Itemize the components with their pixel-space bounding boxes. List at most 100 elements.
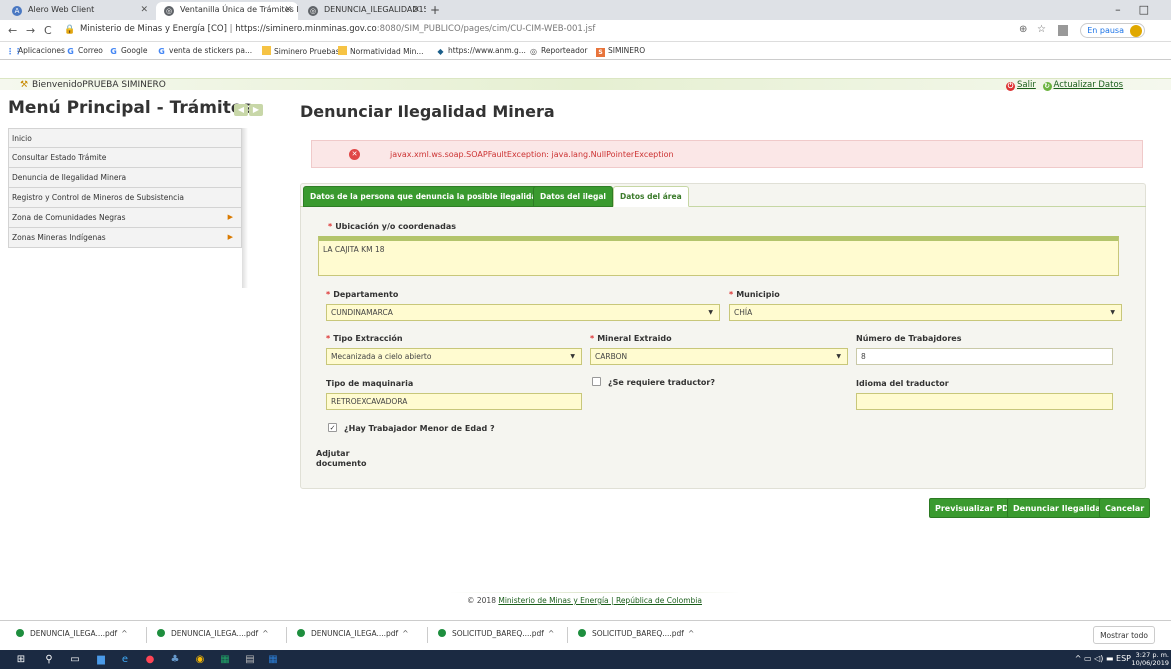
label-text: Departamento [333,290,399,299]
idioma-input[interactable] [856,393,1113,410]
municipio-select[interactable]: CHÍA ▼ [729,304,1122,321]
error-text: javax.xml.ws.soap.SOAPFaultException: ja… [390,150,674,159]
app-icon[interactable]: ▤ [243,653,257,666]
sidebar-item-comunidades[interactable]: Zona de Comunidades Negras ▶ [8,208,242,228]
url-field[interactable]: Ministerio de Minas y Energía [CO] | htt… [80,24,595,34]
excel-icon[interactable]: ▦ [218,653,232,666]
menu-next-icon[interactable]: ▶ [249,104,263,116]
mineral-select[interactable]: CARBON ▼ [590,348,848,365]
menu-prev-icon[interactable]: ◀ [234,104,248,116]
reload-icon[interactable]: C [44,24,52,37]
browser-tab[interactable]: A Alero Web Client ✕ [4,2,154,20]
tab-area[interactable]: Datos del área [613,186,689,207]
star-icon[interactable]: ☆ [1037,24,1046,35]
traductor-checkbox[interactable] [592,377,601,386]
sidebar-item-inicio[interactable]: Inicio [8,128,242,148]
bookmark-item[interactable]: G Correo [66,46,103,56]
sidebar-item-label: Zona de Comunidades Negras [12,213,126,222]
departamento-select[interactable]: CUNDINAMARCA ▼ [326,304,720,321]
close-tab-icon[interactable]: ✕ [140,5,148,15]
browser-tab-active[interactable]: ◎ Ventanilla Única de Trámites Mi ✕ [156,2,298,20]
window-controls[interactable]: –□ [1115,3,1167,16]
bookmark-item[interactable]: ⋮⋮Aplicaciones [6,46,65,56]
bookmark-item[interactable]: ◎ Reporteador [529,46,588,56]
show-all-button[interactable]: Mostrar todo [1093,626,1155,644]
mineral-label: * Mineral Extraido [590,334,672,343]
ubicacion-textarea[interactable]: LA CAJITA KM 18 [318,236,1119,276]
file-explorer-icon[interactable]: ▆ [94,653,108,666]
page-header-strip [0,78,1171,90]
profile-paused-button[interactable]: En pausa [1080,23,1145,38]
back-arrow-icon[interactable]: ← [8,24,17,37]
sidebar-item-label: Consultar Estado Trámite [12,153,107,162]
sidebar-item-registro[interactable]: Registro y Control de Mineros de Subsist… [8,188,242,208]
word-icon[interactable]: ▦ [266,653,280,666]
chrome-icon[interactable]: ◉ [193,653,207,666]
submit-denuncia-button[interactable]: Denunciar Ilegalidad [1007,498,1113,518]
download-item[interactable]: SOLICITUD_BAREQ....pdf ^ [438,629,554,638]
logout-link[interactable]: Salir [1017,80,1036,90]
search-icon[interactable]: ⚲ [42,653,56,666]
download-item[interactable]: DENUNCIA_ILEGA....pdf ^ [297,629,409,638]
traductor-label: ¿Se requiere traductor? [608,378,715,387]
submenu-arrow-icon: ▶ [227,213,233,221]
tab-title: Alero Web Client [28,5,95,14]
forward-arrow-icon[interactable]: → [26,24,35,37]
download-item[interactable]: DENUNCIA_ILEGA....pdf ^ [16,629,128,638]
bookmark-item[interactable]: Siminero Pruebas [262,46,340,56]
cancel-button[interactable]: Cancelar [1099,498,1151,518]
zoom-icon[interactable]: ⊕ [1019,24,1027,35]
adjuntar-label-1: Adjutar [316,449,350,458]
ministry-link[interactable]: Ministerio de Minas y Energía | Repúblic… [498,596,702,605]
windows-start-icon[interactable]: ⊞ [14,653,28,666]
label-text: Mineral Extraido [597,334,672,343]
maquinaria-input[interactable]: RETROEXCAVADORA [326,393,582,410]
bookmark-item[interactable]: ◆ https://www.anm.g... [436,46,526,56]
sidebar-menu: Inicio Consultar Estado Trámite Denuncia… [8,128,242,248]
bookmark-item[interactable]: Normatividad Min... [338,46,424,56]
system-tray[interactable]: ^ ▭ ◁) ▬ ESP [1075,654,1131,663]
edge-icon[interactable]: e [118,653,132,666]
adjuntar-label-2[interactable]: documento [316,459,366,468]
menor-checkbox[interactable]: ✓ [328,423,337,432]
extension-icon[interactable] [1058,25,1068,36]
tab-denunciante[interactable]: Datos de la persona que denuncia la posi… [303,186,549,207]
chevron-up-icon[interactable]: ^ [121,629,127,638]
tipo-extraccion-label: * Tipo Extracción [326,334,403,343]
close-tab-icon[interactable]: ✕ [412,5,420,15]
clock[interactable]: 3:27 p. m. 10/06/2019 [1132,651,1169,667]
sidebar-item-indigenas[interactable]: Zonas Mineras Indígenas ▶ [8,228,242,248]
update-data-link[interactable]: Actualizar Datos [1054,80,1124,90]
bookmark-item[interactable]: Gventa de stickers pa... [157,46,252,56]
chrome-pdf-icon [157,629,165,637]
sidebar-item-consultar[interactable]: Consultar Estado Trámite [8,148,242,168]
tab-ilegal[interactable]: Datos del ilegal [533,186,613,207]
new-tab-button[interactable]: + [430,3,440,17]
tab-title: Ventanilla Única de Trámites Mi [180,5,298,14]
task-view-icon[interactable]: ▭ [68,653,82,666]
trabajadores-input[interactable]: 8 [856,348,1113,365]
page-title: Denunciar Ilegalidad Minera [300,102,555,121]
bookmark-item[interactable]: S SIMINERO [596,46,645,57]
chevron-up-icon[interactable]: ^ [402,629,408,638]
firefox-icon[interactable]: ● [143,653,157,666]
downloads-bar: DENUNCIA_ILEGA....pdf ^ DENUNCIA_ILEGA...… [0,620,1171,650]
download-item[interactable]: DENUNCIA_ILEGA....pdf ^ [157,629,269,638]
bookmark-label: Aplicaciones [18,46,65,55]
chevron-up-icon[interactable]: ^ [688,629,694,638]
download-filename: SOLICITUD_BAREQ....pdf [452,629,544,638]
bookmark-label: Reporteador [541,46,588,55]
globe-icon: ◎ [530,47,537,56]
download-item[interactable]: SOLICITUD_BAREQ....pdf ^ [578,629,694,638]
bookmark-label: venta de stickers pa... [169,46,253,55]
select-value: CHÍA [734,308,753,317]
bookmark-item[interactable]: G Google [109,46,147,56]
tipo-extraccion-select[interactable]: Mecanizada a cielo abierto ▼ [326,348,582,365]
chevron-up-icon[interactable]: ^ [262,629,268,638]
download-separator [427,627,428,643]
browser-tab[interactable]: ◎ DENUNCIA_ILEGALIDAD156019 ✕ [300,2,426,20]
close-tab-icon[interactable]: ✕ [284,5,292,15]
app-icon[interactable]: ♣ [168,653,182,666]
sidebar-item-denuncia[interactable]: Denuncia de Ilegalidad Minera [8,168,242,188]
chevron-up-icon[interactable]: ^ [548,629,554,638]
